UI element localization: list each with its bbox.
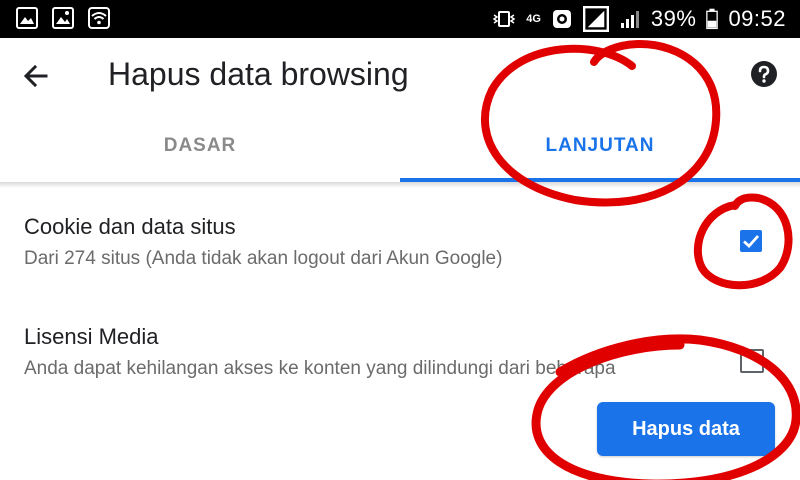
signal-strength-icon: [620, 11, 639, 28]
arrow-back-icon[interactable]: [20, 60, 52, 92]
help-icon[interactable]: [750, 60, 778, 88]
battery-icon: [706, 8, 719, 30]
wifi-notification-icon: [88, 7, 110, 29]
option-cookies-row[interactable]: Cookie dan data situs Dari 274 situs (An…: [0, 200, 800, 290]
battery-percentage: 39%: [650, 6, 697, 31]
app-bar: Hapus data browsing: [0, 38, 800, 114]
option-cookies-subtitle: Dari 274 situs (Anda tidak akan logout d…: [24, 248, 503, 269]
option-media-licenses-checkbox[interactable]: [740, 349, 764, 373]
option-media-licenses-subtitle: Anda dapat kehilangan akses ke konten ya…: [24, 358, 616, 379]
clock: 09:52: [728, 6, 786, 31]
option-media-licenses-title: Lisensi Media: [24, 324, 159, 349]
sim-signal-icon: [582, 6, 609, 32]
vibrate-icon: [492, 11, 516, 27]
page-title: Hapus data browsing: [108, 56, 409, 92]
status-system: 4G 39% 09:52: [488, 0, 786, 38]
option-cookies-checkbox[interactable]: [740, 230, 762, 252]
tab-advanced[interactable]: LANJUTAN: [400, 114, 800, 178]
tab-bar: DASAR LANJUTAN: [0, 114, 800, 182]
option-cookies-title: Cookie dan data situs: [24, 214, 236, 239]
tab-divider: [0, 182, 800, 188]
tab-basic[interactable]: DASAR: [0, 114, 400, 178]
option-media-licenses-row[interactable]: Lisensi Media Anda dapat kehilangan akse…: [0, 310, 800, 390]
network-type: 4G: [526, 13, 541, 25]
gallery-notification-icon: [52, 7, 74, 29]
clear-data-button[interactable]: Hapus data: [597, 402, 775, 456]
status-notifications: [16, 7, 110, 29]
status-bar: 4G 39% 09:52: [0, 0, 800, 38]
data-saver-icon: [552, 10, 571, 28]
image-notification-icon: [16, 7, 38, 29]
checkmark-icon: [743, 235, 760, 248]
